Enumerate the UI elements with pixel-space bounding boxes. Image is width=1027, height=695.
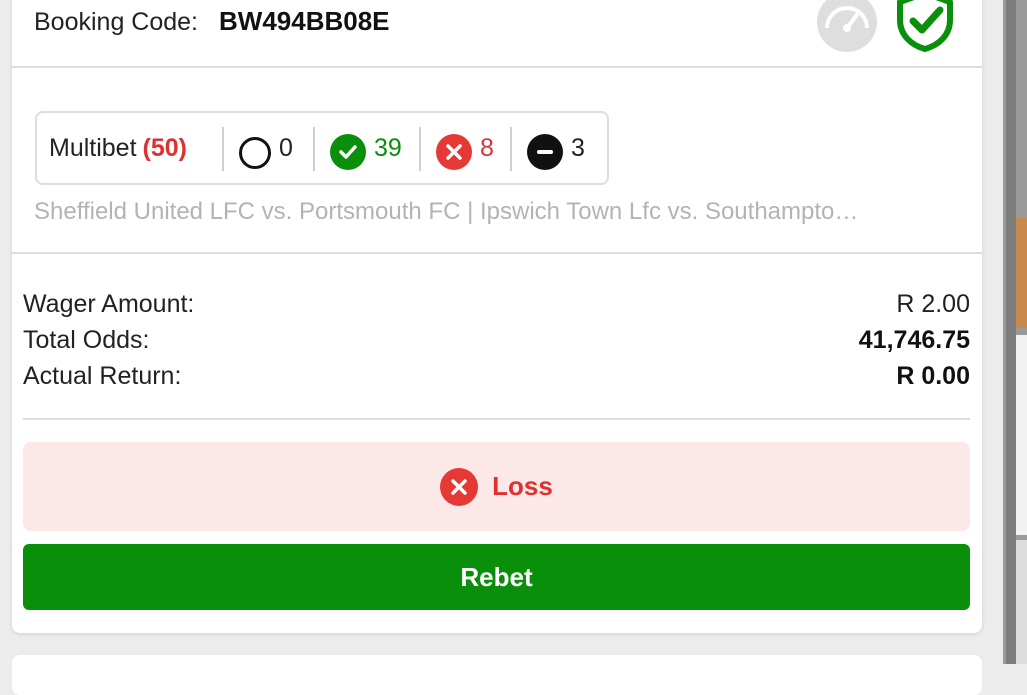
open-circle-icon bbox=[239, 137, 271, 169]
stat-lost-count: 8 bbox=[480, 133, 494, 162]
shield-check-icon bbox=[897, 0, 953, 52]
multibet-label: Multibet bbox=[49, 133, 137, 162]
divider bbox=[12, 252, 982, 254]
divider bbox=[222, 127, 224, 171]
matches-list[interactable]: Sheffield United LFC vs. Portsmouth FC |… bbox=[34, 198, 954, 226]
gauge-icon[interactable] bbox=[815, 0, 879, 54]
result-status: Loss bbox=[23, 442, 970, 531]
bet-card: Booking Code: BW494BB08E Multibet (50) 0 bbox=[12, 0, 982, 633]
multibet-summary[interactable]: Multibet (50) 0 39 8 3 bbox=[35, 111, 609, 185]
background-panel-lower bbox=[1016, 540, 1027, 664]
stat-void: 3 bbox=[527, 113, 585, 183]
wager-label: Wager Amount: bbox=[23, 290, 195, 318]
rebet-button[interactable]: Rebet bbox=[23, 544, 970, 610]
minus-circle-icon bbox=[527, 134, 563, 170]
result-label: Loss bbox=[492, 471, 553, 501]
return-label: Actual Return: bbox=[23, 362, 182, 390]
x-circle-icon bbox=[436, 134, 472, 170]
wager-value: R 2.00 bbox=[896, 290, 970, 318]
divider bbox=[419, 127, 421, 171]
multibet-title: Multibet (50) bbox=[49, 113, 187, 183]
divider bbox=[510, 127, 512, 171]
return-value: R 0.00 bbox=[896, 362, 970, 390]
multibet-count: (50) bbox=[142, 133, 188, 162]
divider bbox=[313, 127, 315, 171]
background-app-edge bbox=[1003, 0, 1027, 664]
scrollbar-track bbox=[1006, 0, 1016, 664]
background-panel bbox=[1016, 335, 1027, 535]
x-circle-icon bbox=[440, 467, 479, 506]
stat-lost: 8 bbox=[436, 113, 494, 183]
stat-open: 0 bbox=[239, 113, 293, 183]
stat-void-count: 3 bbox=[571, 133, 585, 162]
next-bet-card bbox=[12, 655, 982, 695]
check-circle-icon bbox=[330, 134, 366, 170]
odds-label: Total Odds: bbox=[23, 326, 150, 354]
bet-header: Booking Code: BW494BB08E bbox=[12, 0, 982, 68]
booking-code-value[interactable]: BW494BB08E bbox=[219, 6, 390, 37]
divider bbox=[23, 418, 970, 420]
stat-won-count: 39 bbox=[374, 133, 402, 162]
stat-open-count: 0 bbox=[279, 133, 293, 162]
odds-value: 41,746.75 bbox=[858, 326, 970, 354]
stat-won: 39 bbox=[330, 113, 402, 183]
background-thumbnail bbox=[1016, 218, 1027, 328]
booking-code-label: Booking Code: bbox=[34, 8, 199, 36]
